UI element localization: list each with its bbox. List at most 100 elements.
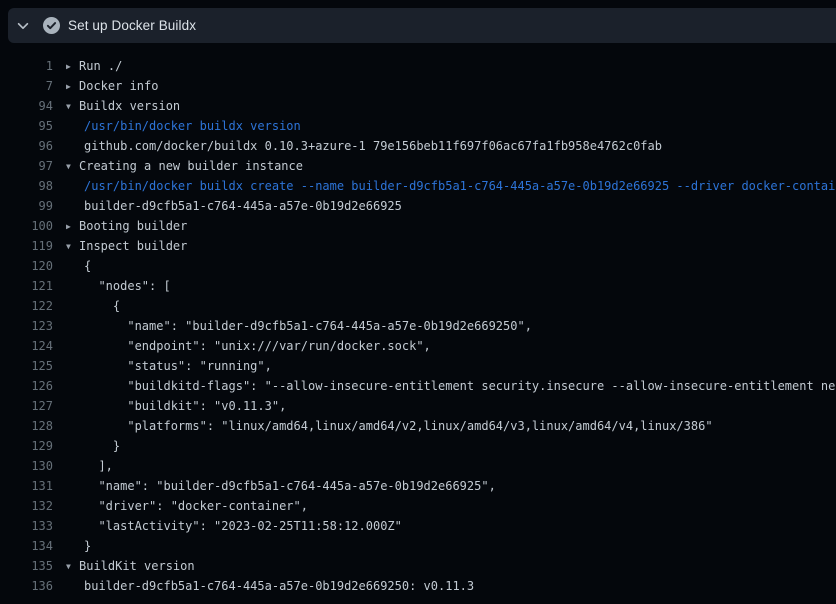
line-number[interactable]: 99 <box>0 196 53 216</box>
group-title: Buildx version <box>79 99 180 113</box>
log-line-row: 120 { <box>0 256 836 276</box>
log-line-row: 131 "name": "builder-d9cfb5a1-c764-445a-… <box>0 476 836 496</box>
line-number[interactable]: 129 <box>0 436 53 456</box>
log-line-row: 129 } <box>0 436 836 456</box>
log-line-row: 133 "lastActivity": "2023-02-25T11:58:12… <box>0 516 836 536</box>
log-output-text: "name": "builder-d9cfb5a1-c764-445a-a57e… <box>66 316 532 336</box>
triangle-down-icon[interactable]: ▼ <box>66 237 79 256</box>
log-output-text: "status": "running", <box>66 356 272 376</box>
log-command-text: /usr/bin/docker buildx version <box>66 116 301 136</box>
line-number[interactable]: 133 <box>0 516 53 536</box>
line-number[interactable]: 131 <box>0 476 53 496</box>
log-line-row: 130 ], <box>0 456 836 476</box>
log-group-row: 94 ▼Buildx version <box>0 96 836 116</box>
log-line-row: 123 "name": "builder-d9cfb5a1-c764-445a-… <box>0 316 836 336</box>
line-number[interactable]: 7 <box>0 76 53 96</box>
line-number[interactable]: 127 <box>0 396 53 416</box>
log-output-text: { <box>66 256 91 276</box>
step-header[interactable]: Set up Docker Buildx <box>8 8 836 43</box>
group-title: Docker info <box>79 79 158 93</box>
triangle-down-icon[interactable]: ▼ <box>66 157 79 176</box>
line-number[interactable]: 96 <box>0 136 53 156</box>
group-title: Run ./ <box>79 59 122 73</box>
log-group-row: 97 ▼Creating a new builder instance <box>0 156 836 176</box>
log-output-text: "driver": "docker-container", <box>66 496 308 516</box>
log-output-text: "endpoint": "unix:///var/run/docker.sock… <box>66 336 431 356</box>
group-title: BuildKit version <box>79 559 195 573</box>
triangle-down-icon[interactable]: ▼ <box>66 97 79 116</box>
log-group-toggle[interactable]: ▶Booting builder <box>66 216 187 236</box>
line-number[interactable]: 120 <box>0 256 53 276</box>
log-line-row: 134} <box>0 536 836 556</box>
log-group-toggle[interactable]: ▼Inspect builder <box>66 236 187 256</box>
log-line-row: 125 "status": "running", <box>0 356 836 376</box>
log-group-toggle[interactable]: ▶Run ./ <box>66 56 122 76</box>
triangle-right-icon[interactable]: ▶ <box>66 217 79 236</box>
line-number[interactable]: 135 <box>0 556 53 576</box>
line-number[interactable]: 1 <box>0 56 53 76</box>
line-number[interactable]: 125 <box>0 356 53 376</box>
log-output-text: builder-d9cfb5a1-c764-445a-a57e-0b19d2e6… <box>66 196 402 216</box>
line-number[interactable]: 97 <box>0 156 53 176</box>
check-circle-icon <box>38 8 64 43</box>
log-output-text: } <box>66 536 91 556</box>
log-line-row: 124 "endpoint": "unix:///var/run/docker.… <box>0 336 836 356</box>
group-title: Creating a new builder instance <box>79 159 303 173</box>
log-output-text: "lastActivity": "2023-02-25T11:58:12.000… <box>66 516 402 536</box>
log-line-row: 96 github.com/docker/buildx 0.10.3+azure-… <box>0 136 836 156</box>
triangle-down-icon[interactable]: ▼ <box>66 557 79 576</box>
log-line-row: 126 "buildkitd-flags": "--allow-insecure… <box>0 376 836 396</box>
log-output-text: github.com/docker/buildx 0.10.3+azure-1 … <box>66 136 662 156</box>
log-output-text: "platforms": "linux/amd64,linux/amd64/v2… <box>66 416 713 436</box>
log-line-row: 99 builder-d9cfb5a1-c764-445a-a57e-0b19d2… <box>0 196 836 216</box>
log-line-row: 121 "nodes": [ <box>0 276 836 296</box>
step-title: Set up Docker Buildx <box>68 18 196 33</box>
group-title: Inspect builder <box>79 239 187 253</box>
log-output-text: "buildkit": "v0.11.3", <box>66 396 286 416</box>
line-number[interactable]: 126 <box>0 376 53 396</box>
log-output-text: "nodes": [ <box>66 276 171 296</box>
line-number[interactable]: 119 <box>0 236 53 256</box>
line-number[interactable]: 98 <box>0 176 53 196</box>
log-group-toggle[interactable]: ▶Docker info <box>66 76 158 96</box>
line-number[interactable]: 121 <box>0 276 53 296</box>
line-number[interactable]: 130 <box>0 456 53 476</box>
line-number[interactable]: 122 <box>0 296 53 316</box>
line-number[interactable]: 134 <box>0 536 53 556</box>
log-line-row: 127 "buildkit": "v0.11.3", <box>0 396 836 416</box>
log-output-text: { <box>66 296 120 316</box>
line-number[interactable]: 123 <box>0 316 53 336</box>
line-number[interactable]: 95 <box>0 116 53 136</box>
log-line-row: 98/usr/bin/docker buildx create --name b… <box>0 176 836 196</box>
log-output-text: "buildkitd-flags": "--allow-insecure-ent… <box>66 376 836 396</box>
log-output-text: ], <box>66 456 113 476</box>
triangle-right-icon[interactable]: ▶ <box>66 57 79 76</box>
log-group-row: 119 ▼Inspect builder <box>0 236 836 256</box>
log-group-row: 135 ▼BuildKit version <box>0 556 836 576</box>
log-group-toggle[interactable]: ▼Creating a new builder instance <box>66 156 303 176</box>
chevron-down-icon[interactable] <box>8 8 38 43</box>
log-group-toggle[interactable]: ▼BuildKit version <box>66 556 195 576</box>
line-number[interactable]: 136 <box>0 576 53 596</box>
log-line-row: 132 "driver": "docker-container", <box>0 496 836 516</box>
log-line-row: 122 { <box>0 296 836 316</box>
line-number[interactable]: 100 <box>0 216 53 236</box>
line-number[interactable]: 94 <box>0 96 53 116</box>
log-line-row: 95/usr/bin/docker buildx version <box>0 116 836 136</box>
line-number[interactable]: 132 <box>0 496 53 516</box>
log-command-text: /usr/bin/docker buildx create --name bui… <box>66 176 836 196</box>
group-title: Booting builder <box>79 219 187 233</box>
log-group-row: 100 ▶Booting builder <box>0 216 836 236</box>
line-number[interactable]: 128 <box>0 416 53 436</box>
triangle-right-icon[interactable]: ▶ <box>66 77 79 96</box>
log-group-row: 7 ▶Docker info <box>0 76 836 96</box>
log-group-toggle[interactable]: ▼Buildx version <box>66 96 180 116</box>
log-group-row: 1 ▶Run ./ <box>0 56 836 76</box>
log-output-text: } <box>66 436 120 456</box>
log-line-row: 128 "platforms": "linux/amd64,linux/amd6… <box>0 416 836 436</box>
log-output-text: "name": "builder-d9cfb5a1-c764-445a-a57e… <box>66 476 496 496</box>
line-number[interactable]: 124 <box>0 336 53 356</box>
log-line-row: 136 builder-d9cfb5a1-c764-445a-a57e-0b19d… <box>0 576 836 596</box>
log-output-text: builder-d9cfb5a1-c764-445a-a57e-0b19d2e6… <box>66 576 474 596</box>
log-viewer: 1▶Run ./7▶Docker info94▼Buildx version95… <box>0 56 836 596</box>
